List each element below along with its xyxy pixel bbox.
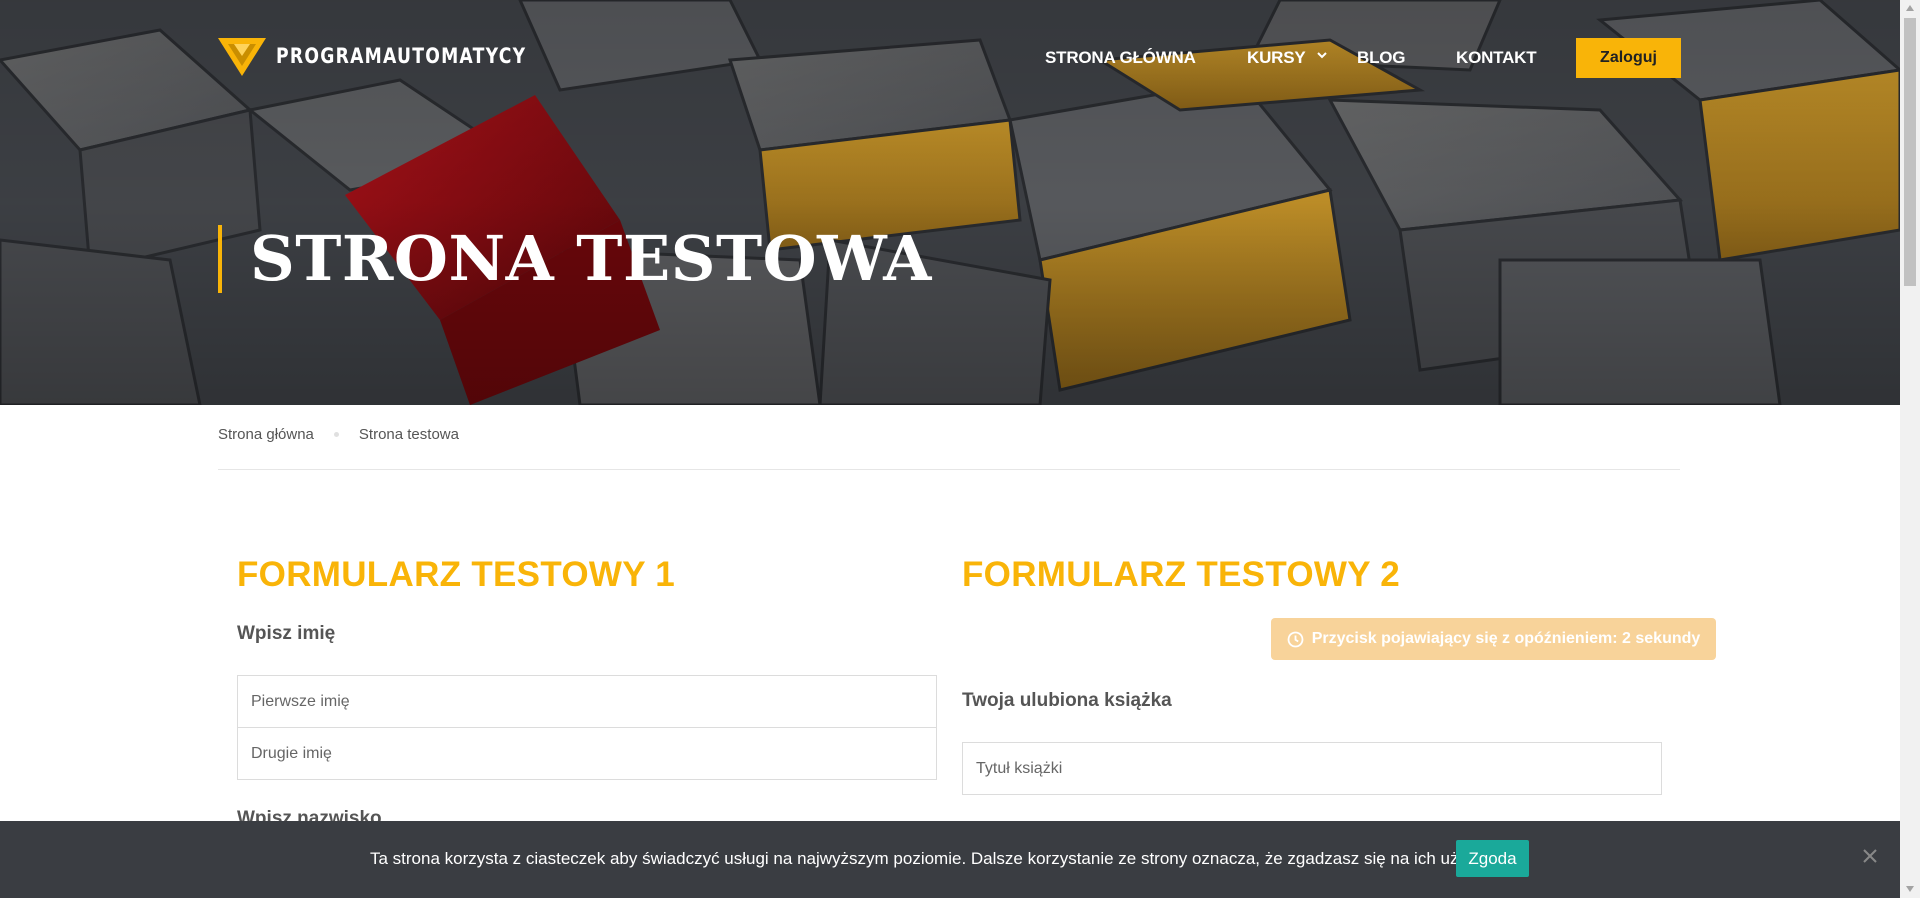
logo-triangle-icon	[218, 38, 266, 76]
nav-item-courses[interactable]: KURSY	[1247, 48, 1328, 68]
clock-icon	[1287, 631, 1304, 647]
scrollbar-thumb[interactable]	[1904, 18, 1916, 286]
nav-item-courses-label: KURSY	[1247, 48, 1306, 67]
book-title-input[interactable]	[962, 742, 1662, 795]
nav-item-home[interactable]: STRONA GŁÓWNA	[1045, 48, 1196, 68]
nav-item-contact[interactable]: KONTAKT	[1456, 48, 1537, 68]
divider	[218, 469, 1680, 470]
cookie-accept-button[interactable]: Zgoda	[1456, 840, 1529, 877]
title-accent-bar	[218, 225, 222, 293]
chevron-down-icon	[1316, 52, 1327, 59]
book-label: Twoja ulubiona książka	[962, 690, 1172, 711]
cookie-text: Ta strona korzysta z ciasteczek aby świa…	[370, 849, 1494, 868]
login-button[interactable]: Zaloguj	[1576, 38, 1681, 78]
breadcrumb-home-link[interactable]: Strona główna	[218, 426, 314, 443]
breadcrumb: Strona główna Strona testowa	[218, 426, 459, 443]
first-name-input[interactable]	[237, 675, 937, 728]
close-icon[interactable]	[1860, 846, 1880, 866]
logo-text: PROGRAMAUTOMATYCY	[276, 44, 527, 68]
second-name-input[interactable]	[237, 727, 937, 780]
form2-title: FORMULARZ TESTOWY 2	[962, 555, 1401, 594]
nav-item-blog[interactable]: BLOG	[1357, 48, 1406, 68]
delayed-button[interactable]: Przycisk pojawiający się z opóźnieniem: …	[1271, 618, 1716, 660]
scroll-up-arrow-icon[interactable]	[1905, 4, 1915, 12]
breadcrumb-separator	[333, 432, 339, 437]
cookie-banner: Ta strona korzysta z ciasteczek aby świa…	[0, 821, 1900, 898]
first-name-label: Wpisz imię	[237, 623, 336, 644]
page-title: STRONA TESTOWA	[250, 222, 932, 295]
form1-title: FORMULARZ TESTOWY 1	[237, 555, 676, 594]
delayed-button-label: Przycisk pojawiający się z opóźnieniem: …	[1311, 630, 1701, 647]
scroll-down-arrow-icon[interactable]	[1905, 885, 1915, 893]
breadcrumb-current: Strona testowa	[358, 426, 459, 443]
site-logo[interactable]: PROGRAMAUTOMATYCY	[218, 36, 581, 76]
